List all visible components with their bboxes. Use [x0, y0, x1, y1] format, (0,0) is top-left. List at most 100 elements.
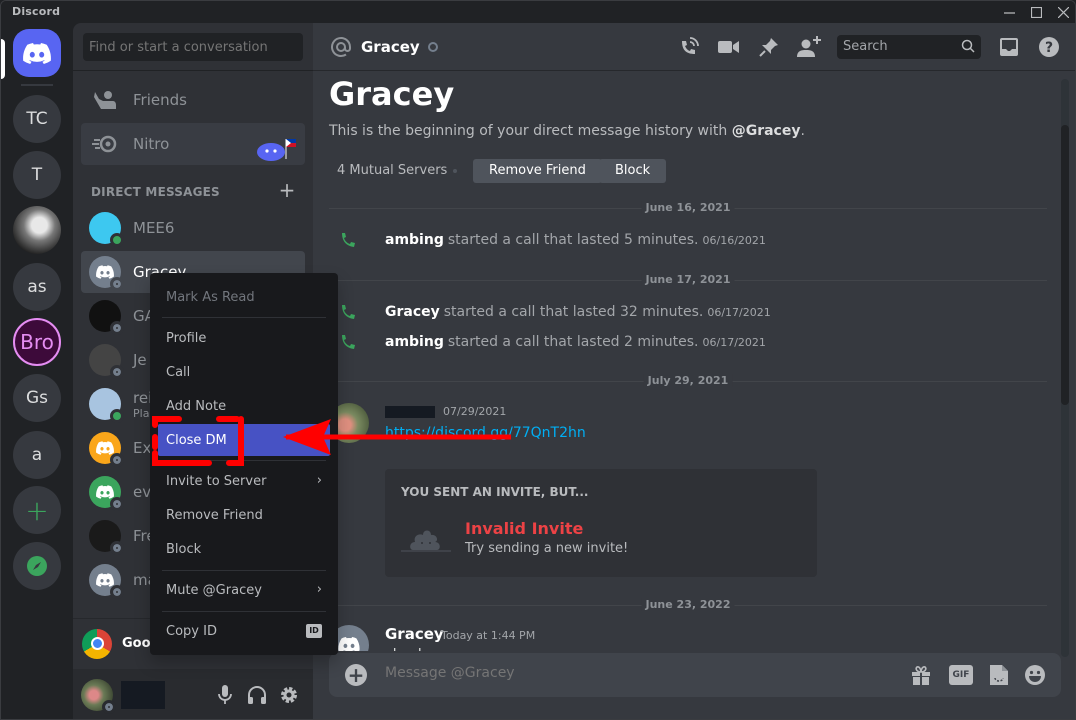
- upload-button[interactable]: +: [345, 664, 367, 686]
- intro-subtitle-end: .: [800, 123, 805, 139]
- dm-avatar: [89, 564, 124, 599]
- menu-item-call[interactable]: Call: [158, 356, 330, 388]
- message-scroller[interactable]: Gracey This is the beginning of your dir…: [313, 71, 1075, 651]
- minimize-button[interactable]: [995, 1, 1023, 23]
- status-offline-icon: [110, 453, 124, 467]
- server-icon[interactable]: as: [13, 263, 61, 311]
- home-button[interactable]: [13, 29, 61, 77]
- date-divider: June 17, 2021: [329, 273, 1047, 286]
- dm-search-container: [73, 23, 313, 71]
- scrollbar-thumb[interactable]: [1061, 125, 1069, 405]
- status-offline-icon: [102, 700, 116, 714]
- server-icon[interactable]: T: [13, 151, 61, 199]
- dm-avatar: [89, 388, 124, 423]
- menu-item-copy-id[interactable]: Copy ID ID: [158, 615, 330, 647]
- close-window-button[interactable]: [1049, 1, 1075, 23]
- menu-item-add-note[interactable]: Add Note: [158, 390, 330, 422]
- user-panel: [73, 669, 313, 719]
- gif-button[interactable]: GIF: [949, 665, 973, 685]
- invite-embed: YOU SENT AN INVITE, BUT... Invalid Invit…: [385, 469, 817, 577]
- invite-embed-header: YOU SENT AN INVITE, BUT...: [401, 485, 589, 499]
- maximize-button[interactable]: [1022, 1, 1050, 23]
- server-icon-photo[interactable]: [13, 206, 61, 254]
- add-friends-to-dm-button[interactable]: [797, 35, 821, 59]
- close-icon: [1057, 6, 1069, 18]
- find-conversation-input[interactable]: [83, 33, 303, 61]
- discord-logo-icon: [338, 637, 360, 651]
- start-video-call-button[interactable]: [717, 35, 741, 59]
- date-divider-label: June 17, 2021: [641, 273, 735, 286]
- add-user-icon: [797, 36, 821, 57]
- dm-text: ev: [133, 483, 151, 501]
- menu-item-block[interactable]: Block: [158, 533, 330, 565]
- minimize-icon: [1003, 11, 1015, 14]
- chat-recipient-name[interactable]: Gracey: [361, 38, 420, 56]
- chrome-icon: [82, 628, 112, 659]
- deafen-button[interactable]: [243, 681, 271, 709]
- dm-item[interactable]: MEE6: [81, 207, 305, 249]
- message-content: check: [385, 647, 426, 651]
- message-author[interactable]: Gracey: [385, 625, 444, 643]
- server-icon[interactable]: Bro: [13, 318, 61, 366]
- create-dm-button[interactable]: +: [277, 180, 297, 200]
- message-scrollbar[interactable]: [1061, 79, 1069, 657]
- message-input[interactable]: [385, 665, 885, 681]
- title-bar: Discord: [1, 1, 1075, 23]
- invite-link[interactable]: https://discord.gg/77QnT2hn: [385, 425, 586, 441]
- intro-mention: @Gracey: [731, 123, 801, 139]
- mute-button[interactable]: [211, 681, 239, 709]
- menu-item-invite-to-server[interactable]: Invite to Server ›: [158, 465, 330, 497]
- menu-item-mark-as-read[interactable]: Mark As Read: [158, 281, 330, 313]
- message-timestamp: Today at 1:44 PM: [441, 629, 536, 642]
- dot-separator: [453, 169, 457, 173]
- status-online-icon: [110, 233, 124, 247]
- menu-item-remove-friend[interactable]: Remove Friend: [158, 499, 330, 531]
- menu-item-mute[interactable]: Mute @Gracey ›: [158, 574, 330, 606]
- call-user[interactable]: ambing: [385, 232, 444, 248]
- user-avatar[interactable]: [81, 679, 116, 714]
- server-icon[interactable]: Gs: [13, 374, 61, 422]
- remove-friend-button[interactable]: Remove Friend: [473, 159, 602, 183]
- help-button[interactable]: ?: [1037, 35, 1061, 59]
- nav-nitro-label: Nitro: [133, 135, 170, 153]
- dm-name: ev: [133, 483, 152, 501]
- explore-servers-button[interactable]: [13, 542, 61, 590]
- add-server-button[interactable]: +: [13, 486, 61, 534]
- gift-button[interactable]: [909, 663, 933, 687]
- svg-text:?: ?: [1045, 40, 1053, 56]
- call-user[interactable]: ambing: [385, 334, 444, 350]
- pinned-messages-button[interactable]: [757, 35, 781, 59]
- emoji-button[interactable]: [1023, 663, 1047, 687]
- inbox-button[interactable]: [997, 35, 1021, 59]
- mutual-servers-link[interactable]: 4 Mutual Servers: [337, 163, 447, 178]
- date-divider: June 23, 2022: [329, 598, 1047, 611]
- invalid-invite-icon: [401, 530, 451, 552]
- intro-subtitle-text: This is the beginning of your direct mes…: [329, 123, 732, 139]
- call-timestamp: 06/17/2021: [707, 305, 771, 319]
- at-icon: [329, 35, 353, 59]
- server-icon[interactable]: TC: [13, 95, 61, 143]
- dm-avatar: [89, 344, 124, 379]
- call-user[interactable]: Gracey: [385, 304, 440, 320]
- user-settings-button[interactable]: [275, 681, 303, 709]
- nav-nitro[interactable]: Nitro: [81, 123, 305, 165]
- help-icon: ?: [1039, 37, 1059, 57]
- search-input[interactable]: Search: [837, 35, 981, 59]
- menu-item-close-dm[interactable]: Close DM: [158, 424, 330, 456]
- dm-name: MEE6: [133, 219, 175, 237]
- rail-separator: [21, 84, 53, 86]
- phone-icon: [342, 305, 355, 319]
- menu-separator: [162, 570, 326, 571]
- block-button[interactable]: Block: [599, 159, 667, 183]
- video-camera-icon: [718, 41, 739, 53]
- emoji-icon: [1025, 665, 1045, 685]
- sticker-button[interactable]: [987, 663, 1011, 687]
- nav-friends[interactable]: Friends: [81, 79, 305, 121]
- start-voice-call-button[interactable]: [677, 35, 701, 59]
- plus-circle-icon: +: [347, 663, 365, 687]
- server-icon[interactable]: a: [13, 431, 61, 479]
- menu-item-profile[interactable]: Profile: [158, 322, 330, 354]
- dm-avatar: [89, 432, 124, 467]
- selected-indicator: [1, 39, 5, 79]
- voice-call-icon: [682, 37, 699, 54]
